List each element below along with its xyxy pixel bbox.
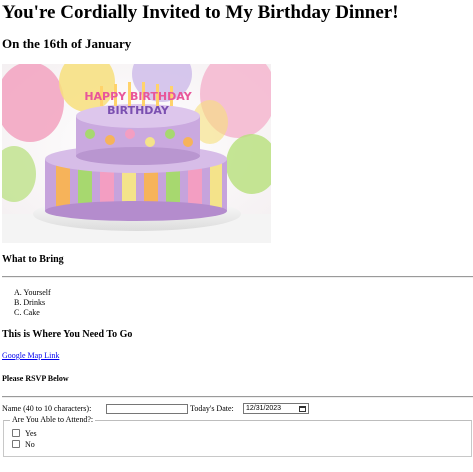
list-item: A. Yourself	[14, 288, 51, 297]
yes-label: Yes	[25, 429, 37, 438]
name-input[interactable]	[106, 404, 188, 414]
bring-list: A. Yourself B. Drinks C. Cake	[14, 288, 51, 318]
dot	[125, 129, 135, 139]
attend-fieldset	[3, 420, 472, 457]
yes-checkbox[interactable]	[12, 429, 20, 437]
date-label: Today's Date:	[190, 404, 234, 413]
attend-legend: Are You Able to Attend?:	[10, 415, 96, 425]
event-date-subtitle: On the 16th of January	[2, 36, 132, 51]
what-to-bring-heading: What to Bring	[2, 254, 64, 265]
list-item: C. Cake	[14, 308, 40, 317]
stripe	[210, 160, 222, 210]
birthday-cake-image: HAPPY BIRTHDAY BIRTHDAY	[0, 46, 278, 243]
dot	[105, 135, 115, 145]
calendar-icon[interactable]	[299, 405, 306, 412]
dot	[183, 137, 193, 147]
location-heading: This is Where You Need To Go	[2, 329, 133, 340]
dot	[165, 129, 175, 139]
google-map-link[interactable]: Google Map Link	[2, 351, 59, 360]
page-title: You're Cordially Invited to My Birthday …	[2, 2, 399, 23]
dot	[145, 137, 155, 147]
svg-text:BIRTHDAY: BIRTHDAY	[107, 104, 170, 117]
date-input[interactable]: 12/31/2023	[243, 403, 309, 414]
list-item: B. Drinks	[14, 298, 46, 307]
name-label: Name (40 to 10 characters):	[2, 404, 92, 413]
no-label: No	[25, 440, 35, 449]
divider	[2, 276, 473, 278]
divider	[2, 396, 473, 398]
date-value: 12/31/2023	[246, 404, 282, 412]
dot	[85, 129, 95, 139]
rsvp-heading: Please RSVP Below	[2, 374, 69, 383]
no-checkbox[interactable]	[12, 440, 20, 448]
svg-text:HAPPY BIRTHDAY: HAPPY BIRTHDAY	[84, 90, 192, 103]
